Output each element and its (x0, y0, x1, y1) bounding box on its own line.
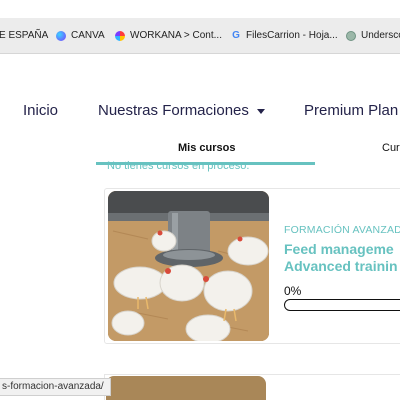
nav-premium-plan[interactable]: Premium Plan (304, 102, 398, 119)
google-icon: G (232, 30, 240, 41)
bookmark-underscore[interactable]: Undersco (346, 18, 400, 53)
course-category: FORMACIÓN AVANZADA (284, 224, 400, 236)
course-title-line: Feed manageme (284, 241, 394, 257)
course-thumbnail (108, 191, 269, 341)
course-card[interactable]: FORMACIÓN AVANZADA Feed manageme Advance… (104, 188, 400, 344)
bookmark-label: FilesCarrion - Hoja... (246, 30, 338, 41)
bookmark-label: E ESPAÑA (0, 30, 49, 41)
underscore-icon (346, 31, 356, 41)
course-title-line: Advanced trainin (284, 258, 398, 274)
progress-percent: 0% (284, 284, 302, 298)
chickens-feeder-image (108, 191, 269, 341)
bookmark-label: CANVA (71, 30, 105, 41)
nav-nuestras-formaciones[interactable]: Nuestras Formaciones (98, 102, 265, 119)
bookmarks-bar: E ESPAÑA CANVA WORKANA > Cont... G Files… (0, 18, 400, 54)
bookmark-workana[interactable]: WORKANA > Cont... (115, 18, 222, 53)
bookmark-canva[interactable]: CANVA (56, 18, 105, 53)
nav-label: Nuestras Formaciones (98, 102, 249, 119)
nav-label: Premium Plan (304, 102, 399, 119)
empty-courses-message: No tienes cursos en proceso. (107, 160, 250, 172)
workana-icon (115, 31, 125, 41)
caret-down-icon (256, 109, 265, 114)
course-title[interactable]: Feed manageme Advanced trainin (284, 241, 398, 275)
nav-label: Inicio (23, 102, 59, 119)
progress-bar (284, 299, 400, 311)
tab-cursos[interactable]: Cur (382, 142, 400, 154)
bookmark-label: Undersco (361, 30, 400, 41)
bookmark-label: WORKANA > Cont... (130, 30, 222, 41)
bookmark-espana[interactable]: E ESPAÑA (0, 18, 49, 53)
bookmark-filescarrion[interactable]: G FilesCarrion - Hoja... (231, 18, 338, 53)
course-thumbnail (106, 376, 266, 400)
status-bar-url: s-formacion-avanzada/ (0, 378, 111, 396)
tab-mis-cursos[interactable]: Mis cursos (178, 142, 235, 154)
nav-inicio[interactable]: Inicio (23, 102, 58, 119)
canva-icon (56, 31, 66, 41)
